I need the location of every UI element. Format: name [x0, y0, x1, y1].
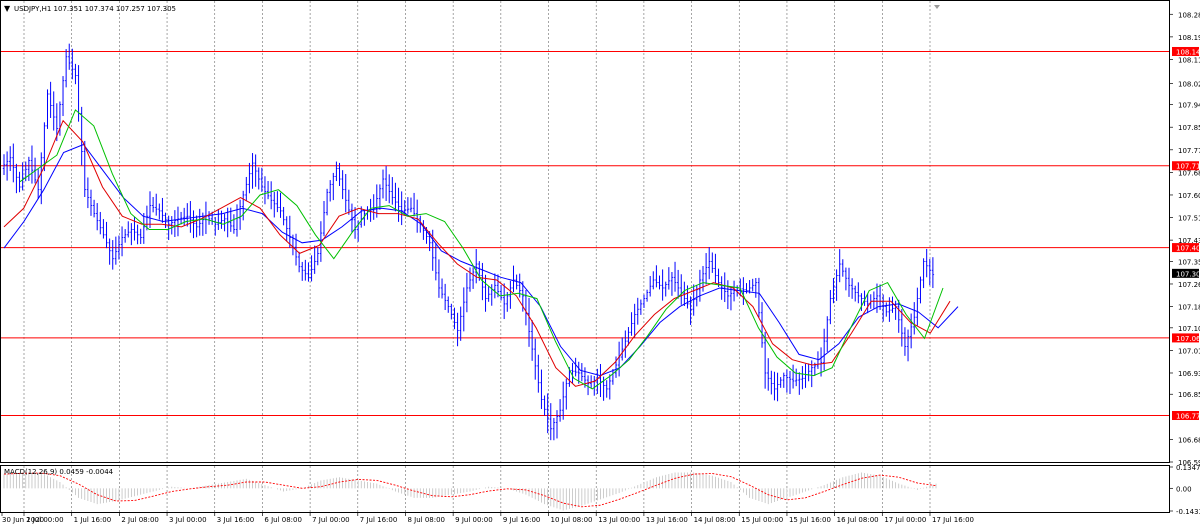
price-label: 108.020	[1178, 80, 1200, 88]
level-tag-label: 106.770	[1176, 413, 1200, 421]
price-label: 107.430	[1178, 237, 1200, 245]
price-label: 107.265	[1178, 281, 1200, 289]
time-label: 17 Jul 16:00	[932, 516, 974, 524]
time-label: 13 Jul 00:00	[598, 516, 640, 524]
price-label: 107.855	[1178, 124, 1200, 132]
macd-axis-label: 0.00	[1176, 485, 1192, 493]
chart-menu-icon[interactable]: ▼	[4, 4, 11, 13]
price-label: 108.195	[1178, 34, 1200, 42]
price-label: 106.930	[1178, 370, 1200, 378]
price-label: 106.850	[1178, 391, 1200, 399]
time-label: 9 Jul 16:00	[503, 516, 541, 524]
price-label: 107.600	[1178, 192, 1200, 200]
time-label: 3 Jul 00:00	[169, 516, 207, 524]
time-label: 15 Jul 16:00	[789, 516, 831, 524]
price-label: 106.680	[1178, 436, 1200, 444]
level-tag-label: 108.140	[1176, 48, 1200, 56]
time-label: 10 Jul 08:00	[551, 516, 593, 524]
price-label: 107.180	[1178, 304, 1200, 312]
time-label: 9 Jul 00:00	[455, 516, 493, 524]
macd-label: MACD(12,26,9) 0.0459 -0.0044	[4, 468, 114, 476]
time-label: 3 Jul 16:00	[217, 516, 255, 524]
metatrader-chart[interactable]: 108.140107.710107.402107.062106.770 108.…	[0, 0, 1200, 527]
time-label: 15 Jul 00:00	[741, 516, 783, 524]
time-label: 6 Jul 08:00	[264, 516, 302, 524]
price-label: 107.770	[1178, 147, 1200, 155]
time-label: 2 Jul 08:00	[121, 516, 159, 524]
price-label: 108.280	[1178, 11, 1200, 19]
chart-title: USDJPY,H1 107.351 107.374 107.257 107.30…	[14, 5, 176, 13]
time-label: 7 Jul 16:00	[360, 516, 398, 524]
price-label: 107.100	[1178, 325, 1200, 333]
current-price-label: 107.305	[1176, 270, 1200, 278]
price-label: 107.015	[1178, 347, 1200, 355]
macd-axis-label: 0.1347	[1176, 464, 1200, 472]
time-label: 1 Jul 00:00	[26, 516, 64, 524]
macd-axis-label: -0.1433	[1176, 508, 1200, 516]
level-tag-label: 107.402	[1176, 245, 1200, 253]
time-label: 13 Jul 16:00	[646, 516, 688, 524]
price-label: 108.110	[1178, 56, 1200, 64]
time-label: 1 Jul 16:00	[74, 516, 112, 524]
time-label: 17 Jul 00:00	[884, 516, 926, 524]
price-label: 107.685	[1178, 169, 1200, 177]
time-label: 8 Jul 08:00	[407, 516, 445, 524]
level-tag-label: 107.062	[1176, 335, 1200, 343]
time-label: 14 Jul 08:00	[694, 516, 736, 524]
time-label: 7 Jul 00:00	[312, 516, 350, 524]
price-label: 107.515	[1178, 215, 1200, 223]
price-label: 107.940	[1178, 102, 1200, 110]
time-label: 16 Jul 08:00	[837, 516, 879, 524]
price-label: 107.350	[1178, 258, 1200, 266]
